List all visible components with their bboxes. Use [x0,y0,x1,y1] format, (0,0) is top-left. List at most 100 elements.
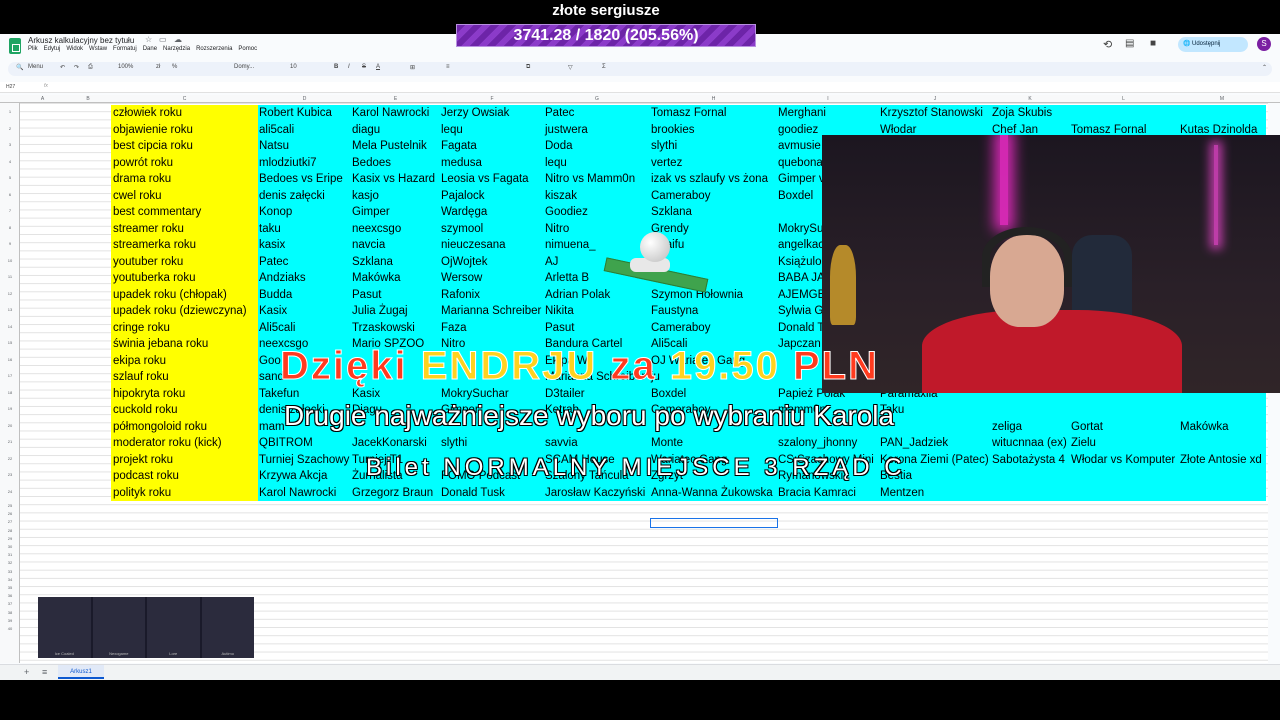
column-header[interactable]: J [879,96,991,102]
nominee-cell[interactable]: kasjo [352,188,379,204]
nominee-cell[interactable]: Anna-Wanna Żukowska [651,485,773,501]
row-number[interactable]: 27 [0,519,20,524]
nominee-cell[interactable]: Merghani [778,105,826,121]
nominee-cell[interactable]: PAN_Jadziek [880,435,948,451]
nominee-cell[interactable]: BABA JA [778,270,825,286]
nominee-cell[interactable]: zeliga [992,419,1022,435]
nominee-cell[interactable]: Gimper [352,204,390,220]
nominee-cell[interactable]: Julia Żugaj [352,303,408,319]
search-menu-icon[interactable]: 🔍 [16,64,23,71]
menu-item[interactable]: Narzędzia [163,46,190,52]
zoom-select[interactable]: 100% [118,64,133,70]
nominee-cell[interactable]: Goo [259,353,281,369]
nominee-cell[interactable]: Kasix vs Hazard [352,171,435,187]
nominee-cell[interactable]: denis załęcki [259,188,325,204]
nominee-cell[interactable]: szymool [441,221,483,237]
row-number[interactable]: 29 [0,536,20,541]
nominee-cell[interactable]: brookies [651,122,694,138]
nominee-cell[interactable]: Makówka [1180,419,1229,435]
row-number[interactable]: 33 [0,569,20,574]
row-number[interactable]: 17 [0,373,20,378]
nominee-cell[interactable]: Cameraboy [651,320,710,336]
nominee-cell[interactable]: Marianna Schreiber [441,303,541,319]
column-header[interactable]: M [1178,96,1266,102]
bold-icon[interactable]: B [334,64,338,70]
nominee-cell[interactable]: Goodiez [545,204,588,220]
nominee-cell[interactable]: Fagata [441,138,477,154]
row-number[interactable]: 16 [0,357,20,362]
nominee-cell[interactable]: navcia [352,237,385,253]
nominee-cell[interactable]: ali5cali [259,122,294,138]
category-cell[interactable]: cuckold roku [113,402,178,418]
row-number[interactable]: 21 [0,439,20,444]
name-box[interactable]: H27 [6,84,15,90]
nominee-cell[interactable]: Włodar vs Komputer [1071,452,1175,468]
nominee-cell[interactable]: lequ [545,155,567,171]
row-number[interactable]: 4 [0,159,20,164]
nominee-cell[interactable]: nieuczesana [441,237,506,253]
add-sheet-icon[interactable]: + [24,667,29,677]
nominee-cell[interactable]: Tomasz Fornal [651,105,726,121]
column-header[interactable]: L [1069,96,1178,102]
nominee-cell[interactable]: Karol Nawrocki [259,485,336,501]
row-number[interactable]: 32 [0,560,20,565]
nominee-cell[interactable]: Nitro vs Mamm0n [545,171,635,187]
row-number[interactable]: 23 [0,472,20,477]
nominee-cell[interactable]: medusa [441,155,482,171]
text-color-icon[interactable]: A [376,64,380,70]
nominee-cell[interactable]: MokrySu [778,221,823,237]
category-cell[interactable]: hipokryta roku [113,386,185,402]
nominee-cell[interactable]: Leosia vs Fagata [441,171,529,187]
nominee-cell[interactable]: izak vs szlaufy vs żona [651,171,768,187]
column-header[interactable]: C [111,96,258,102]
filter-icon[interactable]: ▽ [568,64,573,71]
nominee-cell[interactable]: Bedoes [352,155,391,171]
nominee-cell[interactable]: taku [259,221,281,237]
nominee-cell[interactable]: Cameraboy [651,188,710,204]
column-header[interactable]: K [991,96,1069,102]
nominee-cell[interactable]: Bedoes vs Eripe [259,171,343,187]
row-number[interactable]: 12 [0,291,20,296]
nominee-cell[interactable]: Książulo [778,254,821,270]
menu-item[interactable]: Formatuj [113,46,137,52]
row-number[interactable]: 11 [0,274,20,279]
menu-item[interactable]: Wstaw [89,46,107,52]
nominee-cell[interactable]: Patec [545,105,574,121]
column-header[interactable]: A [20,96,65,102]
nominee-cell[interactable]: szalony_jhonny [778,435,857,451]
nominee-cell[interactable]: justwera [545,122,588,138]
nominee-cell[interactable]: witucnnaa (ex) [992,435,1067,451]
nominee-cell[interactable]: Grzegorz Braun [352,485,433,501]
nominee-cell[interactable]: avmusie [778,138,821,154]
row-number[interactable]: 14 [0,324,20,329]
functions-icon[interactable]: Σ [602,64,606,70]
row-number[interactable]: 18 [0,390,20,395]
nominee-cell[interactable]: Makówka [352,270,401,286]
category-cell[interactable]: polityk roku [113,485,171,501]
document-title[interactable]: Arkusz kalkulacyjny bez tytułu [28,36,134,45]
nominee-cell[interactable]: Karol Nawrocki [352,105,429,121]
menu-item[interactable]: Rozszerzenia [196,46,232,52]
nominee-cell[interactable]: Rafonix [441,287,480,303]
nominee-cell[interactable]: Jerzy Owsiak [441,105,509,121]
row-number[interactable]: 39 [0,618,20,623]
nominee-cell[interactable]: Turniej Szachowy [259,452,349,468]
row-number[interactable]: 15 [0,340,20,345]
nominee-cell[interactable]: Pasut [545,320,574,336]
category-cell[interactable]: youtuber roku [113,254,183,270]
nominee-cell[interactable]: Andziaks [259,270,306,286]
nominee-cell[interactable]: Adrian Polak [545,287,610,303]
nominee-cell[interactable]: nimuena_ [545,237,596,253]
meet-icon[interactable]: ■ [1150,38,1156,49]
row-number[interactable]: 7 [0,208,20,213]
nominee-cell[interactable]: savvia [545,435,578,451]
selected-cell[interactable] [650,518,778,528]
nominee-cell[interactable]: slythi [651,138,677,154]
nominee-cell[interactable]: Wersow [441,270,482,286]
category-cell[interactable]: półmongoloid roku [113,419,207,435]
borders-icon[interactable]: ⊞ [410,64,415,71]
nominee-cell[interactable]: OjWojtek [441,254,487,270]
row-number[interactable]: 9 [0,241,20,246]
nominee-cell[interactable]: Boxdel [778,188,813,204]
category-cell[interactable]: upadek roku (chłopak) [113,287,227,303]
